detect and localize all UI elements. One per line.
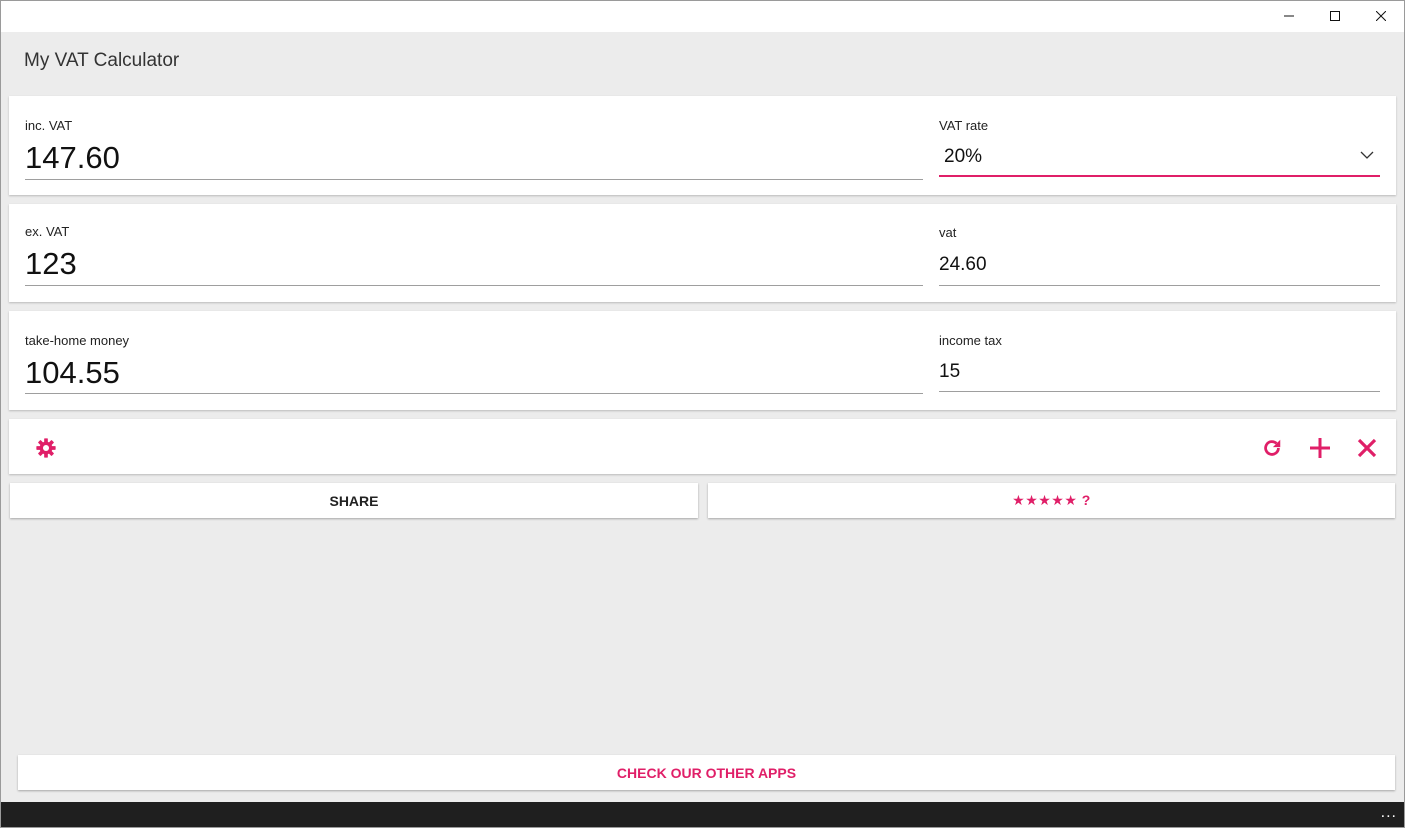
close-icon — [1376, 11, 1386, 21]
take-home-input[interactable] — [25, 353, 923, 393]
vat-rate-label: VAT rate — [939, 118, 989, 133]
minimize-button[interactable] — [1266, 0, 1312, 32]
vat-underline — [939, 285, 1380, 286]
income-tax-field: income tax — [939, 311, 1380, 410]
more-options-button[interactable]: ... — [1381, 805, 1397, 821]
refresh-icon — [1264, 439, 1281, 456]
inc-vat-underline — [25, 179, 923, 180]
gear-icon — [36, 438, 56, 458]
vat-label: vat — [939, 225, 957, 240]
close-window-button[interactable] — [1358, 0, 1404, 32]
take-home-card: take-home money income tax — [9, 311, 1396, 410]
toolbar-card — [9, 419, 1396, 474]
rate-button[interactable]: ★★★★★ ? — [708, 483, 1395, 518]
chevron-down-icon — [1360, 151, 1374, 159]
other-apps-button[interactable]: CHECK OUR OTHER APPS — [18, 755, 1395, 790]
clear-button[interactable] — [1354, 435, 1380, 461]
ex-vat-underline — [25, 285, 923, 286]
refresh-button[interactable] — [1259, 435, 1285, 461]
plus-icon — [1310, 438, 1330, 458]
take-home-underline — [25, 393, 923, 394]
close-icon — [1357, 438, 1377, 458]
ex-vat-input[interactable] — [25, 244, 923, 284]
inc-vat-input[interactable] — [25, 138, 923, 178]
ex-vat-label: ex. VAT — [25, 224, 70, 239]
vat-rate-selected-value: 20% — [944, 146, 983, 167]
vat-rate-dropdown[interactable]: VAT rate 20% — [939, 96, 1380, 195]
bottom-app-bar: ... — [0, 802, 1405, 828]
take-home-label: take-home money — [25, 333, 130, 348]
ex-vat-field: ex. VAT — [25, 204, 923, 302]
minimize-icon — [1284, 15, 1294, 17]
inc-vat-field: inc. VAT — [25, 96, 923, 195]
vat-rate-underline — [939, 175, 1380, 177]
maximize-button[interactable] — [1312, 0, 1358, 32]
inc-vat-card: inc. VAT VAT rate 20% — [9, 96, 1396, 195]
ex-vat-card: ex. VAT vat — [9, 204, 1396, 302]
title-bar — [0, 0, 1405, 32]
maximize-icon — [1330, 11, 1340, 21]
income-tax-label: income tax — [939, 333, 1002, 348]
app-title: My VAT Calculator — [24, 50, 180, 71]
vat-input[interactable] — [939, 251, 1380, 279]
income-tax-input[interactable] — [939, 358, 1380, 386]
vat-field: vat — [939, 204, 1380, 302]
settings-button[interactable] — [33, 435, 59, 461]
take-home-field: take-home money — [25, 311, 923, 410]
income-tax-underline — [939, 391, 1380, 392]
share-button[interactable]: SHARE — [10, 483, 698, 518]
inc-vat-label: inc. VAT — [25, 118, 73, 133]
add-button[interactable] — [1307, 435, 1333, 461]
